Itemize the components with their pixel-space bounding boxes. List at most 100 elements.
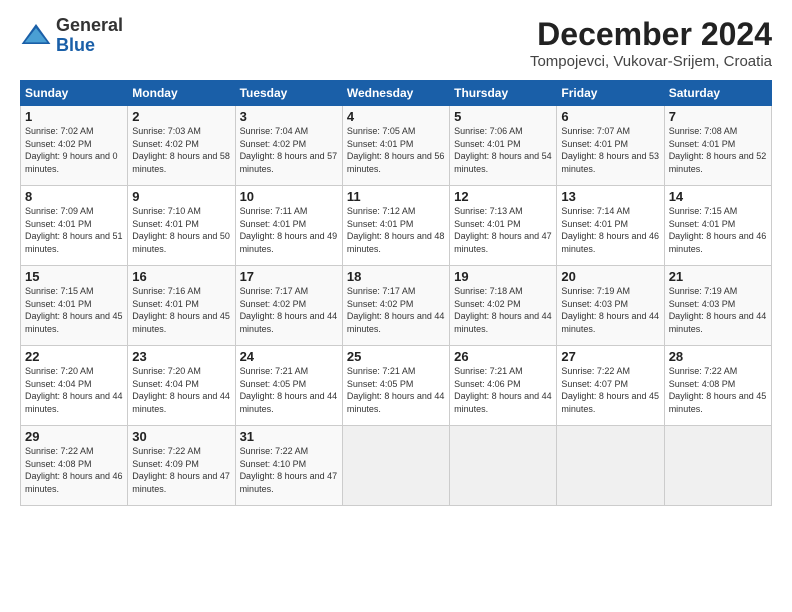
- day-info: Sunrise: 7:07 AM Sunset: 4:01 PM Dayligh…: [561, 125, 659, 175]
- day-info: Sunrise: 7:19 AM Sunset: 4:03 PM Dayligh…: [561, 285, 659, 335]
- logo-icon: [20, 20, 52, 52]
- col-monday: Monday: [128, 81, 235, 106]
- calendar-cell: 10 Sunrise: 7:11 AM Sunset: 4:01 PM Dayl…: [235, 186, 342, 266]
- calendar-cell: 5 Sunrise: 7:06 AM Sunset: 4:01 PM Dayli…: [450, 106, 557, 186]
- col-saturday: Saturday: [664, 81, 771, 106]
- calendar-cell: 1 Sunrise: 7:02 AM Sunset: 4:02 PM Dayli…: [21, 106, 128, 186]
- col-thursday: Thursday: [450, 81, 557, 106]
- day-info: Sunrise: 7:15 AM Sunset: 4:01 PM Dayligh…: [25, 285, 123, 335]
- calendar-cell: 26 Sunrise: 7:21 AM Sunset: 4:06 PM Dayl…: [450, 346, 557, 426]
- day-number: 4: [347, 109, 445, 124]
- day-info: Sunrise: 7:09 AM Sunset: 4:01 PM Dayligh…: [25, 205, 123, 255]
- day-info: Sunrise: 7:21 AM Sunset: 4:06 PM Dayligh…: [454, 365, 552, 415]
- day-number: 14: [669, 189, 767, 204]
- day-info: Sunrise: 7:05 AM Sunset: 4:01 PM Dayligh…: [347, 125, 445, 175]
- calendar-cell: 6 Sunrise: 7:07 AM Sunset: 4:01 PM Dayli…: [557, 106, 664, 186]
- day-info: Sunrise: 7:15 AM Sunset: 4:01 PM Dayligh…: [669, 205, 767, 255]
- col-tuesday: Tuesday: [235, 81, 342, 106]
- page: General Blue December 2024 Tompojevci, V…: [0, 0, 792, 612]
- calendar-cell: [664, 426, 771, 506]
- day-number: 26: [454, 349, 552, 364]
- calendar-week-row: 1 Sunrise: 7:02 AM Sunset: 4:02 PM Dayli…: [21, 106, 772, 186]
- location: Tompojevci, Vukovar-Srijem, Croatia: [530, 53, 772, 70]
- day-number: 31: [240, 429, 338, 444]
- calendar-cell: [557, 426, 664, 506]
- day-info: Sunrise: 7:02 AM Sunset: 4:02 PM Dayligh…: [25, 125, 123, 175]
- day-info: Sunrise: 7:13 AM Sunset: 4:01 PM Dayligh…: [454, 205, 552, 255]
- day-number: 20: [561, 269, 659, 284]
- calendar-week-row: 29 Sunrise: 7:22 AM Sunset: 4:08 PM Dayl…: [21, 426, 772, 506]
- calendar-week-row: 22 Sunrise: 7:20 AM Sunset: 4:04 PM Dayl…: [21, 346, 772, 426]
- day-number: 5: [454, 109, 552, 124]
- col-wednesday: Wednesday: [342, 81, 449, 106]
- day-number: 21: [669, 269, 767, 284]
- day-info: Sunrise: 7:06 AM Sunset: 4:01 PM Dayligh…: [454, 125, 552, 175]
- day-number: 28: [669, 349, 767, 364]
- calendar-cell: 29 Sunrise: 7:22 AM Sunset: 4:08 PM Dayl…: [21, 426, 128, 506]
- month-title: December 2024: [530, 16, 772, 53]
- calendar-cell: 13 Sunrise: 7:14 AM Sunset: 4:01 PM Dayl…: [557, 186, 664, 266]
- day-number: 25: [347, 349, 445, 364]
- day-info: Sunrise: 7:12 AM Sunset: 4:01 PM Dayligh…: [347, 205, 445, 255]
- calendar-cell: 4 Sunrise: 7:05 AM Sunset: 4:01 PM Dayli…: [342, 106, 449, 186]
- calendar-cell: 7 Sunrise: 7:08 AM Sunset: 4:01 PM Dayli…: [664, 106, 771, 186]
- day-number: 22: [25, 349, 123, 364]
- day-info: Sunrise: 7:03 AM Sunset: 4:02 PM Dayligh…: [132, 125, 230, 175]
- calendar-cell: 3 Sunrise: 7:04 AM Sunset: 4:02 PM Dayli…: [235, 106, 342, 186]
- day-number: 11: [347, 189, 445, 204]
- day-number: 9: [132, 189, 230, 204]
- calendar-cell: [342, 426, 449, 506]
- calendar-cell: 24 Sunrise: 7:21 AM Sunset: 4:05 PM Dayl…: [235, 346, 342, 426]
- col-friday: Friday: [557, 81, 664, 106]
- day-info: Sunrise: 7:10 AM Sunset: 4:01 PM Dayligh…: [132, 205, 230, 255]
- day-info: Sunrise: 7:16 AM Sunset: 4:01 PM Dayligh…: [132, 285, 230, 335]
- calendar-cell: 28 Sunrise: 7:22 AM Sunset: 4:08 PM Dayl…: [664, 346, 771, 426]
- calendar-cell: 22 Sunrise: 7:20 AM Sunset: 4:04 PM Dayl…: [21, 346, 128, 426]
- calendar-cell: 31 Sunrise: 7:22 AM Sunset: 4:10 PM Dayl…: [235, 426, 342, 506]
- calendar-cell: 27 Sunrise: 7:22 AM Sunset: 4:07 PM Dayl…: [557, 346, 664, 426]
- day-info: Sunrise: 7:14 AM Sunset: 4:01 PM Dayligh…: [561, 205, 659, 255]
- calendar-cell: 16 Sunrise: 7:16 AM Sunset: 4:01 PM Dayl…: [128, 266, 235, 346]
- col-sunday: Sunday: [21, 81, 128, 106]
- calendar-cell: 11 Sunrise: 7:12 AM Sunset: 4:01 PM Dayl…: [342, 186, 449, 266]
- calendar-cell: 2 Sunrise: 7:03 AM Sunset: 4:02 PM Dayli…: [128, 106, 235, 186]
- calendar-table: Sunday Monday Tuesday Wednesday Thursday…: [20, 80, 772, 506]
- calendar-cell: 17 Sunrise: 7:17 AM Sunset: 4:02 PM Dayl…: [235, 266, 342, 346]
- day-info: Sunrise: 7:22 AM Sunset: 4:08 PM Dayligh…: [25, 445, 123, 495]
- day-info: Sunrise: 7:22 AM Sunset: 4:09 PM Dayligh…: [132, 445, 230, 495]
- day-number: 16: [132, 269, 230, 284]
- calendar-cell: 14 Sunrise: 7:15 AM Sunset: 4:01 PM Dayl…: [664, 186, 771, 266]
- day-number: 18: [347, 269, 445, 284]
- day-info: Sunrise: 7:20 AM Sunset: 4:04 PM Dayligh…: [132, 365, 230, 415]
- calendar-cell: 30 Sunrise: 7:22 AM Sunset: 4:09 PM Dayl…: [128, 426, 235, 506]
- header: General Blue December 2024 Tompojevci, V…: [20, 16, 772, 70]
- calendar-cell: 15 Sunrise: 7:15 AM Sunset: 4:01 PM Dayl…: [21, 266, 128, 346]
- day-number: 19: [454, 269, 552, 284]
- day-number: 29: [25, 429, 123, 444]
- logo-text: General Blue: [56, 16, 123, 56]
- logo-blue: Blue: [56, 35, 95, 55]
- day-info: Sunrise: 7:17 AM Sunset: 4:02 PM Dayligh…: [240, 285, 338, 335]
- day-info: Sunrise: 7:11 AM Sunset: 4:01 PM Dayligh…: [240, 205, 338, 255]
- day-number: 12: [454, 189, 552, 204]
- day-info: Sunrise: 7:21 AM Sunset: 4:05 PM Dayligh…: [240, 365, 338, 415]
- day-info: Sunrise: 7:22 AM Sunset: 4:07 PM Dayligh…: [561, 365, 659, 415]
- calendar-cell: 20 Sunrise: 7:19 AM Sunset: 4:03 PM Dayl…: [557, 266, 664, 346]
- day-number: 2: [132, 109, 230, 124]
- day-number: 13: [561, 189, 659, 204]
- calendar-cell: 12 Sunrise: 7:13 AM Sunset: 4:01 PM Dayl…: [450, 186, 557, 266]
- day-number: 23: [132, 349, 230, 364]
- day-info: Sunrise: 7:21 AM Sunset: 4:05 PM Dayligh…: [347, 365, 445, 415]
- calendar-week-row: 8 Sunrise: 7:09 AM Sunset: 4:01 PM Dayli…: [21, 186, 772, 266]
- calendar-cell: 21 Sunrise: 7:19 AM Sunset: 4:03 PM Dayl…: [664, 266, 771, 346]
- day-number: 3: [240, 109, 338, 124]
- day-number: 6: [561, 109, 659, 124]
- calendar-week-row: 15 Sunrise: 7:15 AM Sunset: 4:01 PM Dayl…: [21, 266, 772, 346]
- calendar-cell: 9 Sunrise: 7:10 AM Sunset: 4:01 PM Dayli…: [128, 186, 235, 266]
- calendar-cell: 8 Sunrise: 7:09 AM Sunset: 4:01 PM Dayli…: [21, 186, 128, 266]
- day-number: 15: [25, 269, 123, 284]
- day-info: Sunrise: 7:22 AM Sunset: 4:08 PM Dayligh…: [669, 365, 767, 415]
- logo-general: General: [56, 15, 123, 35]
- day-number: 1: [25, 109, 123, 124]
- day-number: 10: [240, 189, 338, 204]
